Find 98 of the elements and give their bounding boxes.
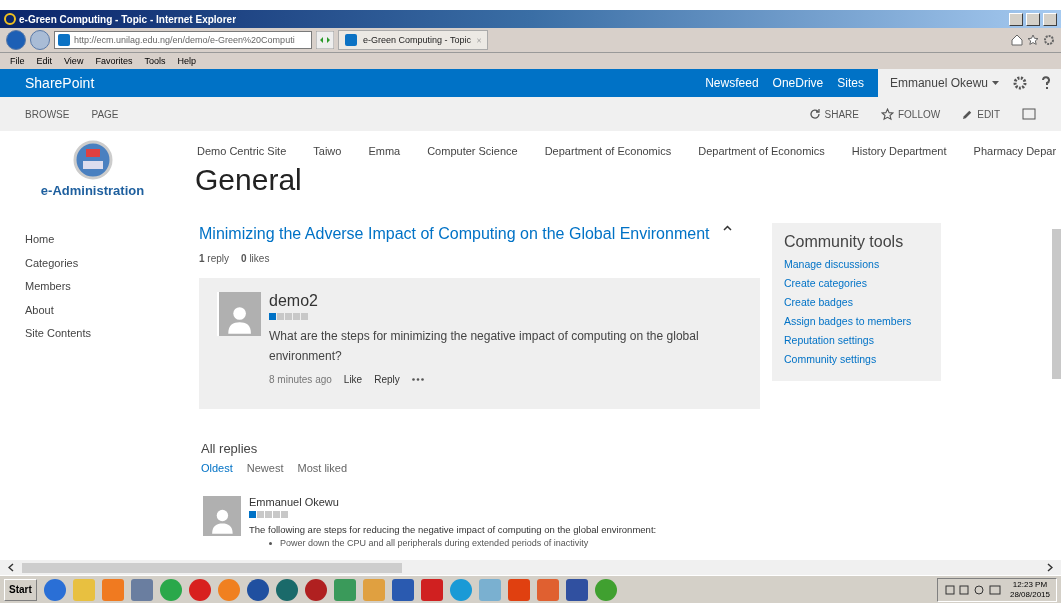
ribbon-action[interactable]: SHARE: [808, 108, 859, 120]
page-title: General: [195, 163, 303, 197]
taskbar-app-icon[interactable]: [420, 578, 443, 601]
panel-title: Community tools: [784, 233, 905, 251]
taskbar-app-icon[interactable]: [130, 578, 153, 601]
clock: 12:23 PM 28/08/2015: [1009, 579, 1050, 600]
brand-name: SharePoint: [24, 75, 96, 91]
nav-link[interactable]: Site Contents: [0, 327, 185, 351]
taskbar-app-icon[interactable]: [333, 578, 356, 601]
star-icon: [881, 107, 894, 121]
reply-text: The following are steps for reducing the negative impact of computing on the global environment:: [249, 524, 657, 535]
start-button[interactable]: Start: [4, 578, 37, 601]
post-action-link[interactable]: Like: [343, 374, 363, 385]
taskbar-app-icon[interactable]: [507, 578, 530, 601]
menu-item[interactable]: File: [10, 56, 25, 66]
post-time: 8 minutes ago: [269, 374, 332, 385]
top-nav-link[interactable]: Department of Economics: [544, 145, 672, 157]
menu-item[interactable]: Edit: [36, 56, 53, 66]
tool-link[interactable]: Assign badges to members: [784, 314, 929, 329]
taskbar-app-icon[interactable]: [188, 578, 211, 601]
pencil-icon: [962, 108, 974, 120]
tool-link[interactable]: Community settings: [784, 352, 929, 367]
crest-logo-icon: [72, 139, 113, 181]
home-icon[interactable]: [1011, 34, 1023, 46]
taskbar-app-icon[interactable]: [594, 578, 617, 601]
bullet-icon: [269, 541, 272, 545]
caret-icon: [992, 81, 999, 85]
like-count: 0 likes: [241, 253, 270, 264]
caret-icon[interactable]: [723, 225, 733, 231]
reply-count: 1 reply: [199, 253, 230, 264]
avatar-placeholder: [217, 292, 261, 336]
star-icon[interactable]: [1027, 34, 1039, 46]
post-author[interactable]: demo2: [269, 292, 709, 310]
taskbar-app-icon[interactable]: [304, 578, 327, 601]
scrollbar-thumb[interactable]: [1052, 229, 1061, 379]
sort-tab[interactable]: Most liked: [297, 462, 347, 474]
taskbar-app-icon[interactable]: [391, 578, 414, 601]
back-button[interactable]: [6, 30, 26, 50]
reply-bullet: Power down the CPU and all peripherals during extended periods of inactivity: [280, 537, 589, 549]
restore-button[interactable]: [1026, 12, 1040, 26]
topic-title[interactable]: Minimizing the Adverse Impact of Computing on the Global Environment: [199, 225, 710, 243]
tool-link[interactable]: Create badges: [784, 295, 929, 310]
ribbon-tab[interactable]: PAGE: [91, 108, 119, 120]
horizontal-scrollbar[interactable]: [0, 560, 1061, 575]
taskbar-app-icon[interactable]: [246, 578, 269, 601]
avatar-placeholder: [201, 496, 241, 536]
nav-link[interactable]: Members: [0, 280, 185, 304]
menu-item[interactable]: Tools: [144, 56, 166, 66]
scroll-left-icon[interactable]: [8, 563, 14, 572]
address-field[interactable]: http://ecm.unilag.edu.ng/en/demo/e-Green%20Computi: [54, 31, 312, 49]
ribbon-tab[interactable]: BROWSE: [25, 108, 70, 120]
refresh-icon[interactable]: [316, 31, 334, 49]
settings-icon[interactable]: [1013, 76, 1027, 90]
sort-tab[interactable]: Newest: [246, 462, 284, 474]
minimize-button[interactable]: [1009, 12, 1023, 26]
nav-link[interactable]: Categories: [0, 256, 185, 280]
site-logo-text[interactable]: e-Administration: [40, 183, 145, 198]
taskbar-app-icon[interactable]: [536, 578, 559, 601]
top-nav-link[interactable]: Computer Science: [427, 145, 518, 157]
forward-button[interactable]: [30, 30, 50, 50]
top-nav-link[interactable]: Department of Economics: [698, 145, 825, 157]
top-nav-link[interactable]: Pharmacy Depar: [973, 145, 1057, 157]
focus-icon[interactable]: [1022, 108, 1036, 120]
suite-link[interactable]: Sites: [837, 76, 864, 90]
top-nav-link[interactable]: Emma: [368, 145, 401, 157]
top-nav-link[interactable]: Demo Centric Site: [197, 145, 287, 157]
reply-author[interactable]: Emmanuel Okewu: [249, 496, 657, 508]
menu-item[interactable]: View: [64, 56, 84, 66]
more-icon[interactable]: [411, 378, 424, 381]
tool-link[interactable]: Manage discussions: [784, 257, 929, 272]
tray-icons[interactable]: [943, 583, 1004, 596]
taskbar-app-icon[interactable]: [43, 578, 66, 601]
nav-link[interactable]: About: [0, 303, 185, 327]
refresh-icon: [808, 108, 821, 120]
post-action-link[interactable]: Reply: [374, 374, 400, 385]
ribbon-action[interactable]: EDIT: [962, 108, 1000, 120]
browser-logo-icon: [4, 13, 16, 25]
top-nav-link[interactable]: Taiwo: [313, 145, 342, 157]
menu-item[interactable]: Help: [177, 56, 196, 66]
taskbar-app-icon[interactable]: [275, 578, 298, 601]
post-text: What are the steps for minimizing the negative impact of computing on the global environment?: [269, 328, 700, 365]
replies-heading: All replies: [201, 441, 259, 456]
window-title: e-Green Computing - Topic - Internet Explorer: [19, 13, 238, 25]
tool-link[interactable]: Reputation settings: [784, 333, 929, 348]
scroll-right-icon[interactable]: [1047, 563, 1053, 572]
browser-tab[interactable]: e-Green Computing - Topic: [338, 30, 488, 50]
suite-link[interactable]: OneDrive: [772, 76, 824, 90]
ribbon-action[interactable]: FOLLOW: [881, 107, 941, 121]
taskbar-app-icon[interactable]: [565, 578, 588, 601]
help-icon[interactable]: [1041, 76, 1051, 90]
top-nav-link[interactable]: History Department: [851, 145, 947, 157]
menu-item[interactable]: Favorites: [95, 56, 133, 66]
nav-link[interactable]: Home: [0, 233, 185, 257]
close-button[interactable]: [1043, 12, 1057, 26]
suite-link[interactable]: Newsfeed: [705, 76, 759, 90]
settings-icon[interactable]: [1043, 34, 1055, 46]
tool-link[interactable]: Create categories: [784, 276, 929, 291]
sort-tab[interactable]: Oldest: [201, 462, 233, 474]
